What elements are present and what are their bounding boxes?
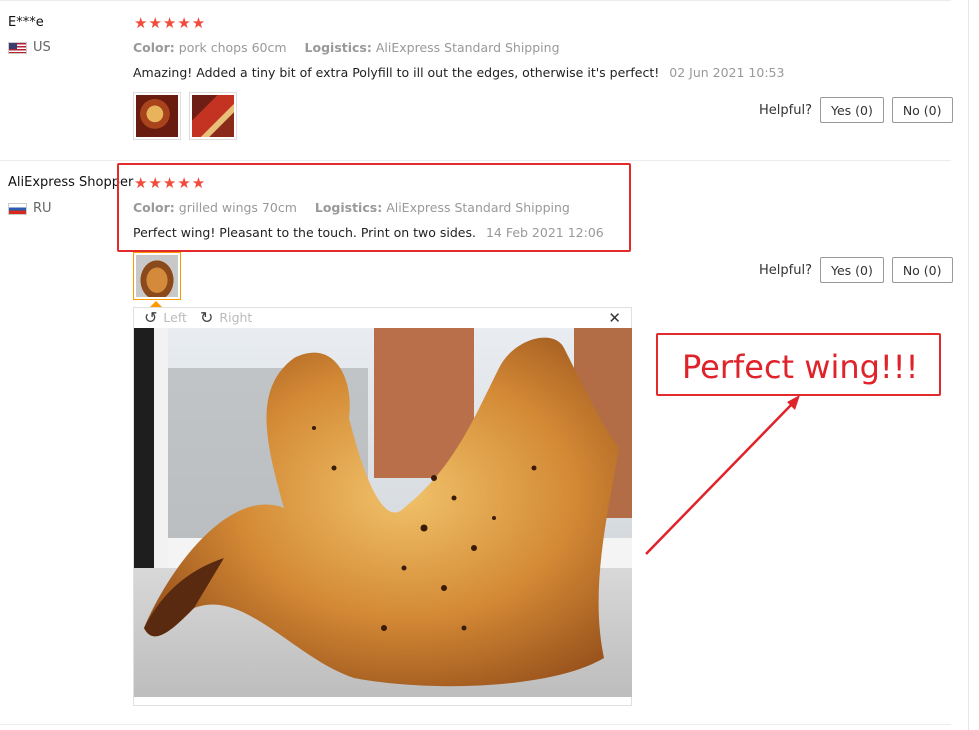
review-divider [0,160,951,161]
annotation-text: Perfect wing!!! [682,348,919,386]
color-label: Color: [133,40,175,55]
helpful-no-button[interactable]: No (0) [891,97,953,123]
star-rating: ★★★★★ [134,14,207,32]
logistics-value: AliExpress Standard Shipping [375,40,560,55]
rotate-right-button[interactable]: ↻ Right [200,307,253,327]
photo-thumbnail-image [136,95,178,137]
review-attributes: Color: pork chops 60cm Logistics: AliExp… [133,40,560,55]
helpful-yes-button[interactable]: Yes (0) [819,97,884,123]
helpful-vote: Helpful? Yes (0) No (0) [759,97,953,123]
photo-viewer: ↺ Left ↻ Right ✕ [133,307,632,706]
review-photo-thumbnail-selected[interactable] [133,252,181,300]
reviewer-country: RU [8,201,52,216]
photo-thumbnail-image [192,95,234,137]
rotate-left-icon: ↺ [144,307,158,327]
helpful-label: Helpful? [759,102,812,118]
rotate-right-icon: ↻ [200,307,214,327]
reviewer-name: E***e [8,15,44,30]
rotate-left-label: Left [163,310,187,325]
helpful-vote: Helpful? Yes (0) No (0) [759,257,953,283]
review-highlight-box [117,163,631,252]
review-text-row: Amazing! Added a tiny bit of extra Polyf… [133,65,784,80]
right-scroll-edge [968,0,969,730]
helpful-label: Helpful? [759,262,812,278]
close-viewer-icon[interactable]: ✕ [608,309,621,327]
helpful-yes-button[interactable]: Yes (0) [819,257,884,283]
ru-flag-icon [8,202,27,215]
review-date: 02 Jun 2021 10:53 [669,65,785,80]
review-photo-large [134,328,632,697]
review-text: Amazing! Added a tiny bit of extra Polyf… [133,65,660,80]
review-divider [0,724,951,725]
viewer-toolbar: ↺ Left ↻ Right ✕ [134,308,631,329]
logistics-label: Logistics: [304,40,372,55]
chicken-wing-pillow-photo [134,328,632,697]
review-photo-thumbnail[interactable] [133,92,181,140]
color-value: pork chops 60cm [178,40,287,55]
photo-thumbnail-image [136,255,178,297]
country-code: US [33,40,51,55]
review-photo-thumbnail[interactable] [189,92,237,140]
reviewer-country: US [8,40,51,55]
rotate-left-button[interactable]: ↺ Left [144,307,187,327]
top-divider [0,0,951,1]
rotate-right-label: Right [219,310,253,325]
helpful-no-button[interactable]: No (0) [891,257,953,283]
us-flag-icon [8,41,27,54]
reviewer-name: AliExpress Shopper [8,175,134,190]
country-code: RU [33,201,52,216]
